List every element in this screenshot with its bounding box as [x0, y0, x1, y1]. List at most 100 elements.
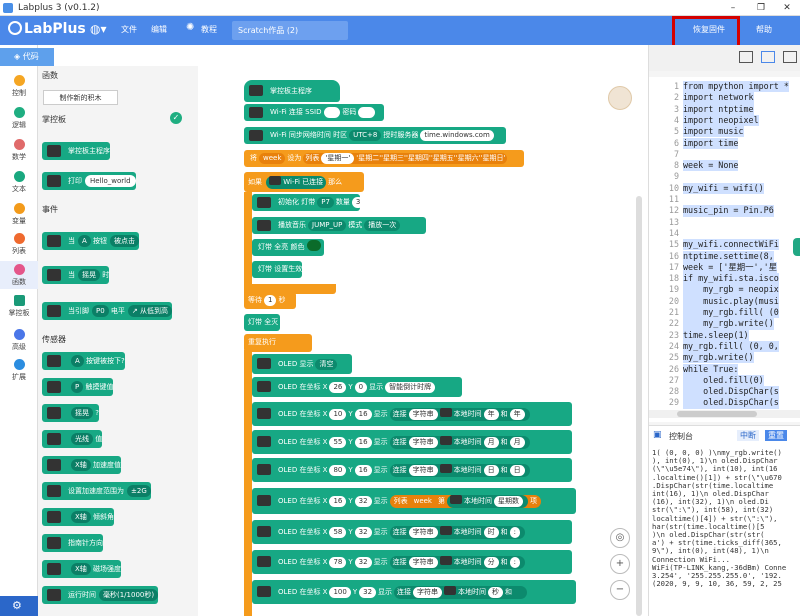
block-wifi-connect[interactable]: Wi-Fi 连接 SSID 密码: [244, 104, 384, 121]
palette-block-accel-range[interactable]: 设置加速度范围为 ±2G: [42, 482, 151, 500]
category-board[interactable]: 掌控板: [0, 295, 38, 318]
block-forever[interactable]: 重复执行: [244, 334, 312, 352]
workspace-scrollbar[interactable]: [636, 196, 642, 616]
category-extension[interactable]: 扩展: [0, 359, 38, 382]
layout-code-icon[interactable]: [761, 51, 775, 63]
close-button[interactable]: ✕: [772, 0, 800, 16]
block-oled-year[interactable]: OLED 在坐标 X 10 Y 16 显示 连接 字符串 本地时间年和年: [252, 402, 572, 426]
palette-block-accel[interactable]: X轴 加速度值: [42, 456, 122, 474]
make-block-button[interactable]: 制作新的积木: [43, 90, 118, 105]
code-line-number: 12: [668, 205, 679, 216]
category-variables[interactable]: 变量: [0, 203, 38, 226]
panel-toggle-handle[interactable]: [793, 238, 800, 256]
code-tab[interactable]: ◈ 代码: [0, 48, 54, 66]
block-strip-off[interactable]: 灯带 全灭: [244, 314, 280, 331]
block-strip-color[interactable]: 灯带 全亮 颜色: [252, 239, 324, 256]
block-oled-title[interactable]: OLED 在坐标 X 26 Y 0 显示 智能倒计时牌: [252, 377, 462, 397]
code-hscrollbar[interactable]: [649, 410, 800, 418]
palette-block-button-pressed[interactable]: A 按键被按下?: [42, 352, 125, 370]
globe-icon[interactable]: ◍▾: [90, 22, 107, 36]
palette-block-button-event[interactable]: 当A 按钮 被点击: [42, 232, 140, 250]
code-line-number: 1: [673, 81, 679, 91]
block-oled-hour[interactable]: OLED 在坐标 X 58 Y 32 显示 连接 字符串 本地时间时和:: [252, 520, 572, 544]
layout-blocks-icon[interactable]: [783, 51, 797, 63]
zoom-reset-icon[interactable]: ◎: [610, 528, 630, 548]
zoom-out-icon[interactable]: −: [610, 580, 630, 600]
minimize-button[interactable]: –: [718, 0, 748, 16]
block-strip-show[interactable]: 灯带 设置生效: [252, 261, 302, 278]
code-line-number: 20: [668, 295, 679, 306]
palette-block-touch[interactable]: P 触摸键值: [42, 378, 114, 396]
block-oled-minute[interactable]: OLED 在坐标 X 78 Y 32 显示 连接 字符串 本地时间分和:: [252, 550, 572, 574]
code-line: my_rgb.fill( (0: [683, 307, 779, 319]
code-line-number: 7: [673, 148, 679, 159]
project-name-field[interactable]: Scratch作品 (2): [232, 21, 348, 40]
code-line-number: 27: [668, 374, 679, 385]
code-line-number: 6: [673, 137, 679, 148]
reset-button[interactable]: 重置: [765, 430, 787, 441]
code-line: week = ['星期一','星: [683, 261, 778, 274]
labplus-logo: LabPlus: [8, 21, 86, 37]
code-line-number: 5: [673, 126, 679, 137]
block-main-program[interactable]: 掌控板主程序: [244, 80, 340, 102]
block-workspace[interactable]: 掌控板主程序 Wi-Fi 连接 SSID 密码 Wi-Fi 同步网络时间 时区 U…: [198, 66, 648, 616]
category-function[interactable]: 函数: [0, 261, 38, 289]
category-math[interactable]: 数学: [0, 139, 38, 162]
block-play-music[interactable]: 播放音乐 JUMP_UP 模式 播放一次: [252, 217, 426, 234]
code-line: time.sleep(1): [683, 329, 749, 341]
category-logic[interactable]: 逻辑: [0, 107, 38, 130]
palette-block-compass[interactable]: 指南针方向: [42, 534, 103, 552]
block-set-week[interactable]: 将 week 设为 列表 '星期一' '星期二''星期三''星期四''星期五''星期六''…: [244, 150, 524, 167]
block-init-strip[interactable]: 初始化 灯带 P7 数量 3: [252, 194, 365, 211]
palette-block-runtime[interactable]: 运行时间 毫秒(1/1000秒): [42, 586, 159, 604]
block-oled-second[interactable]: OLED 在坐标 X 100 Y 32 显示 连接 字符串 本地时间秒和: [252, 580, 576, 604]
code-line: if my_wifi.sta.isco: [683, 273, 779, 285]
code-line-number: 9: [673, 171, 679, 182]
code-line: oled.DispChar(s: [683, 386, 779, 398]
code-line-number: 15: [668, 239, 679, 250]
code-editor[interactable]: 1 from mpython import * 2 import network 3 im…: [649, 77, 800, 422]
code-line-number: 29: [668, 397, 679, 408]
layout-split-icon[interactable]: [739, 51, 753, 63]
block-oled-clear[interactable]: OLED 显示 清空: [252, 354, 352, 374]
category-control[interactable]: 控制: [0, 75, 38, 98]
palette-block-shake[interactable]: 摇晃 ?: [42, 404, 99, 422]
help-button[interactable]: 帮助: [756, 24, 772, 35]
category-list[interactable]: 列表: [0, 233, 38, 256]
block-wait[interactable]: 等待 1 秒: [244, 292, 296, 309]
block-oled-weekday[interactable]: OLED 在坐标 X 16 Y 32 显示 列表 week 第本地时间 星期数项: [252, 488, 576, 514]
menu-tutorial[interactable]: 教程: [201, 24, 217, 35]
palette-block-print[interactable]: 打印 Hello_world: [42, 172, 136, 190]
block-ntp-sync[interactable]: Wi-Fi 同步网络时间 时区 UTC+8 授时服务器 time.windows.co…: [244, 127, 506, 144]
block-if[interactable]: 如果 Wi-Fi 已连接 那么: [244, 172, 364, 192]
code-line: my_rgb.write(): [683, 352, 754, 364]
block-oled-month[interactable]: OLED 在坐标 X 55 Y 16 显示 连接 字符串 本地时间月和月: [252, 430, 572, 454]
zoom-in-icon[interactable]: +: [610, 554, 630, 574]
code-line-number: 18: [668, 273, 679, 284]
section-events: 事件: [42, 205, 58, 214]
checkmark-icon: ✓: [170, 112, 182, 124]
palette-block-light[interactable]: 光线 值: [42, 430, 103, 448]
palette-block-tilt[interactable]: X轴 倾斜角: [42, 508, 115, 526]
menu-edit[interactable]: 编辑: [151, 24, 167, 35]
code-line: import ntptime: [683, 103, 754, 115]
palette-block-pin-event[interactable]: 当引脚 P0 电平 ↗ 从低到高: [42, 302, 173, 320]
console-line: (2020, 9, 9, 10, 36, 59, 2, 25: [652, 579, 782, 589]
code-line: week = None: [683, 160, 739, 172]
code-line: from mpython import *: [683, 81, 789, 93]
block-oled-day[interactable]: OLED 在坐标 X 80 Y 16 显示 连接 字符串 本地时间日和日: [252, 458, 572, 482]
palette-block-magnetic[interactable]: X轴 磁场强度: [42, 560, 122, 578]
palette-block-main[interactable]: 掌控板主程序: [42, 142, 110, 160]
palette-block-shake-event[interactable]: 当摇晃 时: [42, 266, 110, 284]
code-line: my_rgb.write(): [683, 318, 774, 330]
console-output: 1( (0, 0, 0) )\nmy_rgb.write()), int(0),…: [649, 445, 800, 616]
code-line-number: 25: [668, 352, 679, 363]
interrupt-button[interactable]: 中断: [737, 430, 759, 441]
menu-file[interactable]: 文件: [121, 24, 137, 35]
category-text[interactable]: 文本: [0, 171, 38, 194]
category-advanced[interactable]: 高级: [0, 329, 38, 352]
code-line-number: 16: [668, 250, 679, 261]
code-line: oled.DispChar(s: [683, 397, 779, 409]
code-line-number: 14: [668, 227, 679, 238]
settings-toggle-button[interactable]: ⚙: [0, 596, 38, 616]
